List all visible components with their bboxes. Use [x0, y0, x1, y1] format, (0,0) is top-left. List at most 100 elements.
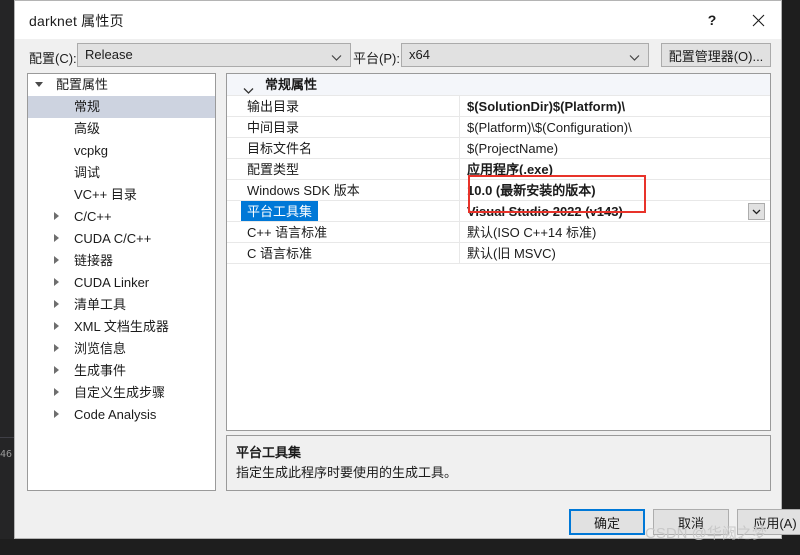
- tree-item[interactable]: 清单工具: [28, 294, 215, 316]
- column-divider: [459, 117, 460, 138]
- property-value[interactable]: 默认(ISO C++14 标准): [467, 222, 596, 243]
- help-icon[interactable]: ?: [689, 1, 735, 39]
- property-value-dropdown-button[interactable]: [748, 203, 765, 220]
- configuration-manager-button[interactable]: 配置管理器(O)...: [661, 43, 771, 67]
- property-value[interactable]: $(SolutionDir)$(Platform)\: [467, 96, 625, 117]
- platform-label: 平台(P):: [353, 51, 400, 66]
- property-name: 输出目录: [247, 99, 300, 114]
- property-name: 目标文件名: [247, 141, 313, 156]
- tree-item[interactable]: 高级: [28, 118, 215, 140]
- platform-value: x64: [409, 47, 430, 62]
- tree-item-label: 调试: [74, 165, 101, 180]
- background-divider: [0, 437, 14, 438]
- tree-item[interactable]: 配置属性: [28, 74, 215, 96]
- chevron-down-icon: [752, 209, 761, 214]
- description-pane: 平台工具集 指定生成此程序时要使用的生成工具。: [226, 435, 771, 491]
- title-bar: darknet 属性页 ?: [15, 1, 781, 39]
- property-category-header[interactable]: 常规属性: [227, 74, 770, 96]
- tree-item-label: vcpkg: [74, 143, 108, 158]
- tree-item[interactable]: vcpkg: [28, 140, 215, 162]
- configuration-label: 配置(C):: [29, 51, 77, 66]
- property-grid[interactable]: 常规属性 输出目录 $(SolutionDir)$(Platform)\ 中间目录 $…: [226, 73, 771, 431]
- property-row[interactable]: 平台工具集 Visual Studio 2022 (v143): [227, 201, 770, 222]
- tree-item[interactable]: 调试: [28, 162, 215, 184]
- close-glyph: [752, 14, 764, 26]
- column-divider: [459, 138, 460, 159]
- property-name: C++ 语言标准: [247, 225, 328, 240]
- configuration-value: Release: [85, 47, 133, 62]
- tree-item[interactable]: CUDA C/C++: [28, 228, 215, 250]
- tree-item-label: CUDA Linker: [74, 275, 150, 290]
- expander-closed-icon: [46, 338, 66, 360]
- tree-item-label: 自定义生成步骤: [74, 385, 166, 400]
- expander-closed-icon: [46, 250, 66, 272]
- panel-splitter[interactable]: [219, 73, 225, 491]
- tree-item[interactable]: CUDA Linker: [28, 272, 215, 294]
- close-icon[interactable]: [735, 1, 781, 39]
- configuration-dropdown[interactable]: Release: [77, 43, 351, 67]
- expander-closed-icon: [46, 360, 66, 382]
- column-divider: [459, 243, 460, 264]
- tree-item[interactable]: Code Analysis: [28, 404, 215, 426]
- tree-item[interactable]: 链接器: [28, 250, 215, 272]
- tree-item-label: XML 文档生成器: [74, 319, 169, 334]
- property-category-label: 常规属性: [265, 77, 318, 92]
- expander-closed-icon: [46, 294, 66, 316]
- window-title: darknet 属性页: [29, 13, 124, 29]
- property-value[interactable]: 默认(旧 MSVC): [467, 243, 556, 264]
- property-tree[interactable]: 配置属性常规高级 vcpkg 调试 VC++ 目录 C/C++ CUDA C/C++ 链接器…: [27, 73, 216, 491]
- column-divider: [459, 180, 460, 201]
- property-name: 中间目录: [247, 120, 300, 135]
- tree-item[interactable]: 浏览信息: [28, 338, 215, 360]
- expander-closed-icon: [46, 316, 66, 338]
- property-name: C 语言标准: [247, 246, 313, 261]
- tree-item-label: 浏览信息: [74, 341, 127, 356]
- expander-closed-icon: [46, 272, 66, 294]
- tree-item[interactable]: 自定义生成步骤: [28, 382, 215, 404]
- tree-item[interactable]: XML 文档生成器: [28, 316, 215, 338]
- property-value[interactable]: $(Platform)\$(Configuration)\: [467, 117, 632, 138]
- tree-item-label: C/C++: [74, 209, 112, 224]
- platform-dropdown[interactable]: x64: [401, 43, 649, 67]
- watermark: CSDN @华阙之梦: [645, 525, 767, 542]
- tree-item[interactable]: 生成事件: [28, 360, 215, 382]
- property-row[interactable]: 中间目录 $(Platform)\$(Configuration)\: [227, 117, 770, 138]
- property-value[interactable]: $(ProjectName): [467, 138, 558, 159]
- property-row[interactable]: C 语言标准 默认(旧 MSVC): [227, 243, 770, 264]
- description-title: 平台工具集: [236, 445, 302, 460]
- property-value[interactable]: 应用程序(.exe): [467, 159, 553, 180]
- property-row[interactable]: 输出目录 $(SolutionDir)$(Platform)\: [227, 96, 770, 117]
- tree-item[interactable]: C/C++: [28, 206, 215, 228]
- expander-closed-icon: [46, 382, 66, 404]
- property-value[interactable]: Visual Studio 2022 (v143): [467, 201, 623, 222]
- property-pages-dialog: darknet 属性页 ? 配置(C): Release 平台(P): x64 …: [14, 0, 800, 542]
- column-divider: [459, 222, 460, 243]
- column-divider: [459, 201, 460, 222]
- ok-button[interactable]: 确定: [569, 509, 645, 535]
- tree-item-label: 常规: [74, 99, 101, 114]
- column-divider: [459, 159, 460, 180]
- property-name: 配置类型: [247, 162, 300, 177]
- expander-open-icon: [28, 74, 48, 96]
- tree-item-label: 清单工具: [74, 297, 127, 312]
- property-name: 平台工具集: [241, 201, 319, 222]
- configuration-bar: 配置(C): Release 平台(P): x64 配置管理器(O)...: [15, 39, 781, 73]
- property-value[interactable]: 10.0 (最新安装的版本): [467, 180, 596, 201]
- tree-item-label: CUDA C/C++: [74, 231, 152, 246]
- tree-item-label: Code Analysis: [74, 407, 157, 422]
- tree-item[interactable]: VC++ 目录: [28, 184, 215, 206]
- tree-item[interactable]: 常规: [28, 96, 215, 118]
- chevron-down-icon: [629, 50, 640, 65]
- help-glyph: ?: [707, 12, 717, 28]
- property-row[interactable]: 目标文件名 $(ProjectName): [227, 138, 770, 159]
- tree-item-label: 链接器: [74, 253, 114, 268]
- property-row[interactable]: C++ 语言标准 默认(ISO C++14 标准): [227, 222, 770, 243]
- property-row[interactable]: 配置类型 应用程序(.exe): [227, 159, 770, 180]
- property-row[interactable]: Windows SDK 版本 10.0 (最新安装的版本): [227, 180, 770, 201]
- row-separator: [227, 263, 770, 264]
- tree-item-label: VC++ 目录: [74, 187, 137, 202]
- tree-item-label: 生成事件: [74, 363, 127, 378]
